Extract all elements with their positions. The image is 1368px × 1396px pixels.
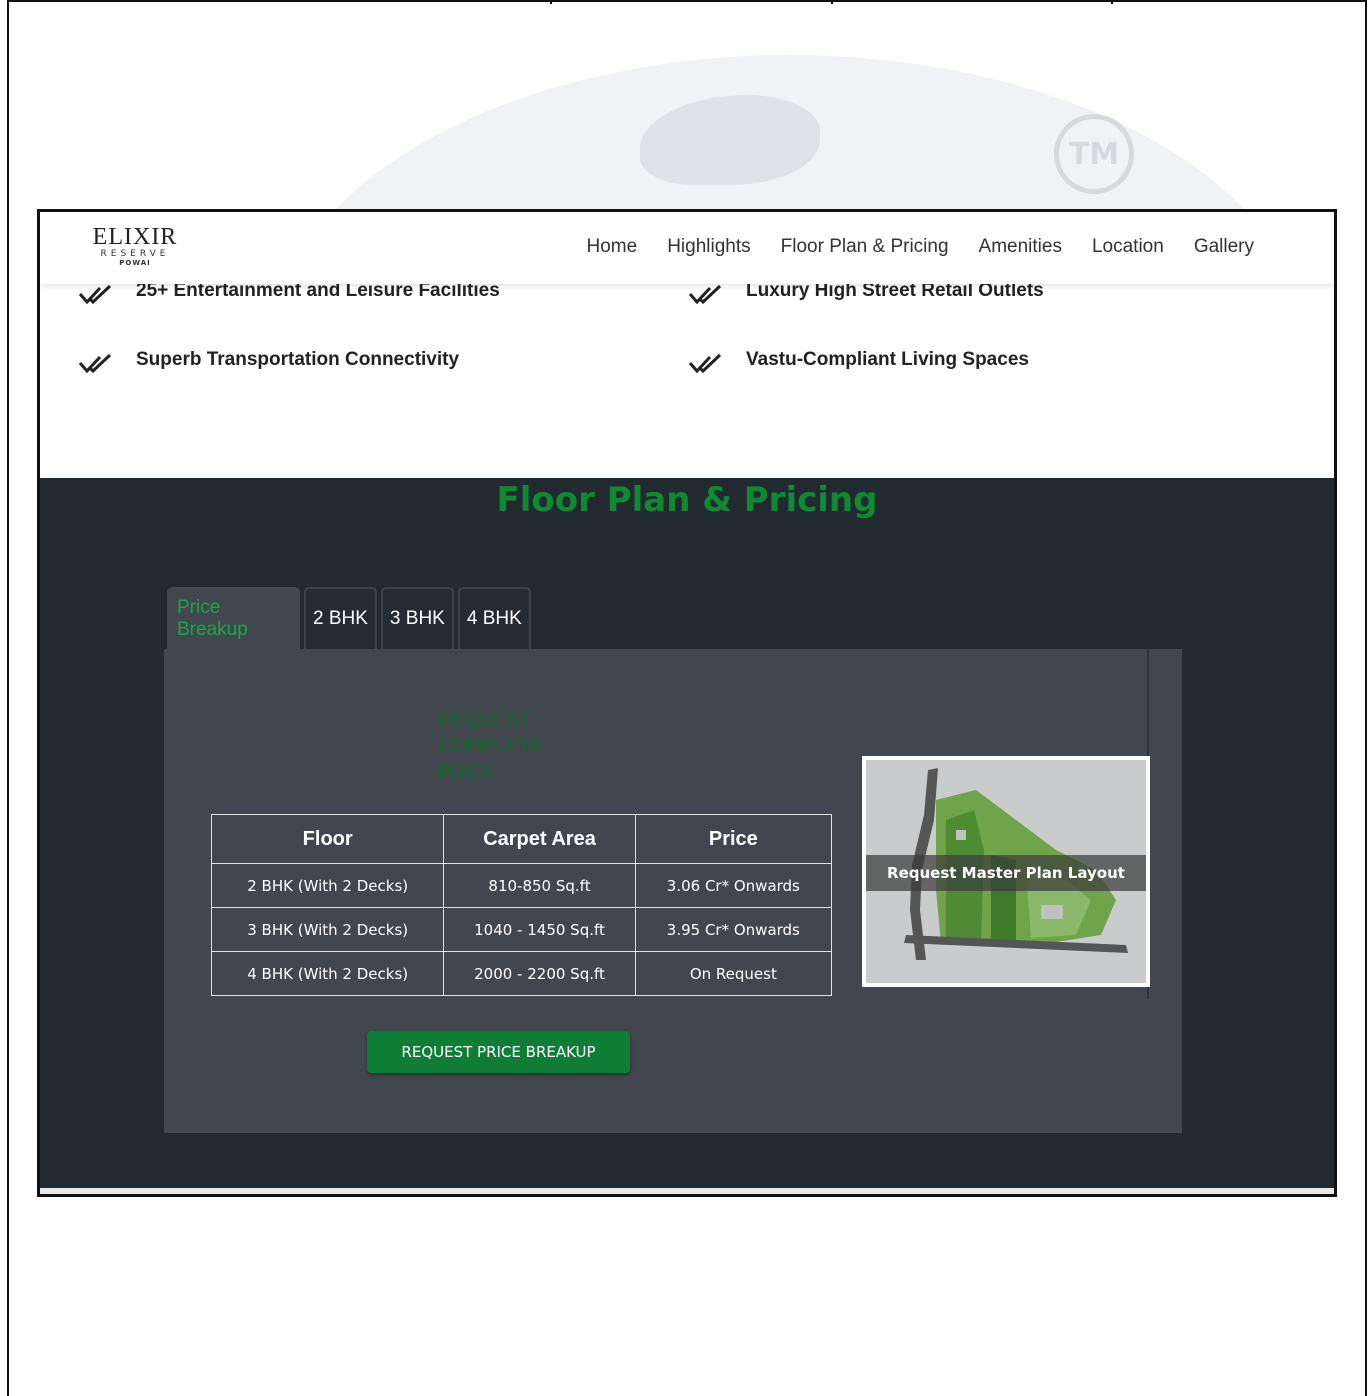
table-row: 2 BHK (With 2 Decks) 810-850 Sq.ft 3.06 … bbox=[210, 863, 833, 908]
nav-link-gallery[interactable]: Gallery bbox=[1194, 236, 1254, 258]
table-cell: 3.06 Cr* Onwards bbox=[634, 863, 833, 908]
nav-link-floor-plan[interactable]: Floor Plan & Pricing bbox=[781, 236, 949, 258]
double-check-icon bbox=[78, 284, 112, 305]
tab-2bhk[interactable]: 2 BHK bbox=[304, 587, 377, 649]
nav-link-amenities[interactable]: Amenities bbox=[979, 236, 1062, 258]
nav-menu: Home Highlights Floor Plan & Pricing Ame… bbox=[587, 236, 1254, 258]
pricing-tabs: Price Breakup 2 BHK 3 BHK 4 BHK bbox=[167, 587, 531, 649]
section-title: Floor Plan & Pricing bbox=[496, 480, 878, 520]
table-cell: 810-850 Sq.ft bbox=[443, 863, 636, 908]
table-row: 4 BHK (With 2 Decks) 2000 - 2200 Sq.ft O… bbox=[210, 951, 833, 996]
tab-4bhk[interactable]: 4 BHK bbox=[457, 587, 531, 649]
highlight-item: Superb Transportation Connectivity bbox=[78, 349, 459, 375]
table-cell: 2000 - 2200 Sq.ft bbox=[443, 951, 636, 996]
screenshot-bottom-border bbox=[40, 1188, 1334, 1194]
navbar: ELIXIR RESERVE POWAI Home Highlights Flo… bbox=[40, 212, 1334, 284]
highlight-item: Vastu-Compliant Living Spaces bbox=[688, 349, 1029, 375]
double-check-icon bbox=[688, 353, 722, 374]
master-plan-card[interactable]: Request Master Plan Layout bbox=[862, 756, 1150, 987]
request-price-breakup-button[interactable]: REQUEST PRICE BREAKUP bbox=[367, 1031, 630, 1073]
double-check-icon bbox=[78, 353, 112, 374]
highlight-text: Vastu-Compliant Living Spaces bbox=[746, 349, 1029, 370]
website-screenshot: 25+ Entertainment and Leisure Facilities… bbox=[37, 209, 1337, 1197]
brand-location: POWAI bbox=[119, 259, 151, 267]
tab-price-breakup[interactable]: Price Breakup bbox=[167, 587, 300, 649]
column-header: Carpet Area bbox=[443, 814, 636, 864]
highlight-text: Superb Transportation Connectivity bbox=[136, 349, 460, 370]
table-cell: 3.95 Cr* Onwards bbox=[634, 907, 833, 952]
column-header: Price bbox=[634, 814, 833, 864]
nav-link-home[interactable]: Home bbox=[587, 236, 638, 258]
table-cell: 4 BHK (With 2 Decks) bbox=[210, 951, 445, 996]
table-row: 3 BHK (With 2 Decks) 1040 - 1450 Sq.ft 3… bbox=[210, 907, 833, 952]
table-cell: On Request bbox=[634, 951, 833, 996]
table-cell: 1040 - 1450 Sq.ft bbox=[443, 907, 636, 952]
watermark-tm: TM bbox=[1054, 114, 1134, 194]
brand-name: ELIXIR bbox=[92, 224, 178, 250]
table-cell: 2 BHK (With 2 Decks) bbox=[210, 863, 445, 908]
brand-sub: RESERVE bbox=[100, 249, 170, 259]
table-cell: 3 BHK (With 2 Decks) bbox=[210, 907, 445, 952]
column-header: Floor bbox=[210, 814, 445, 864]
nav-link-highlights[interactable]: Highlights bbox=[667, 236, 750, 258]
brand-logo[interactable]: ELIXIR RESERVE POWAI bbox=[90, 224, 180, 267]
tab-3bhk[interactable]: 3 BHK bbox=[380, 587, 454, 649]
table-header-row: Floor Carpet Area Price bbox=[210, 814, 833, 864]
price-table: Floor Carpet Area Price 2 BHK (With 2 De… bbox=[210, 814, 833, 996]
double-check-icon bbox=[688, 284, 722, 305]
request-complete-price-text[interactable]: REQUEST COMPLETE PRICE bbox=[438, 708, 568, 786]
nav-link-location[interactable]: Location bbox=[1092, 236, 1164, 258]
master-plan-label: Request Master Plan Layout bbox=[866, 855, 1146, 891]
